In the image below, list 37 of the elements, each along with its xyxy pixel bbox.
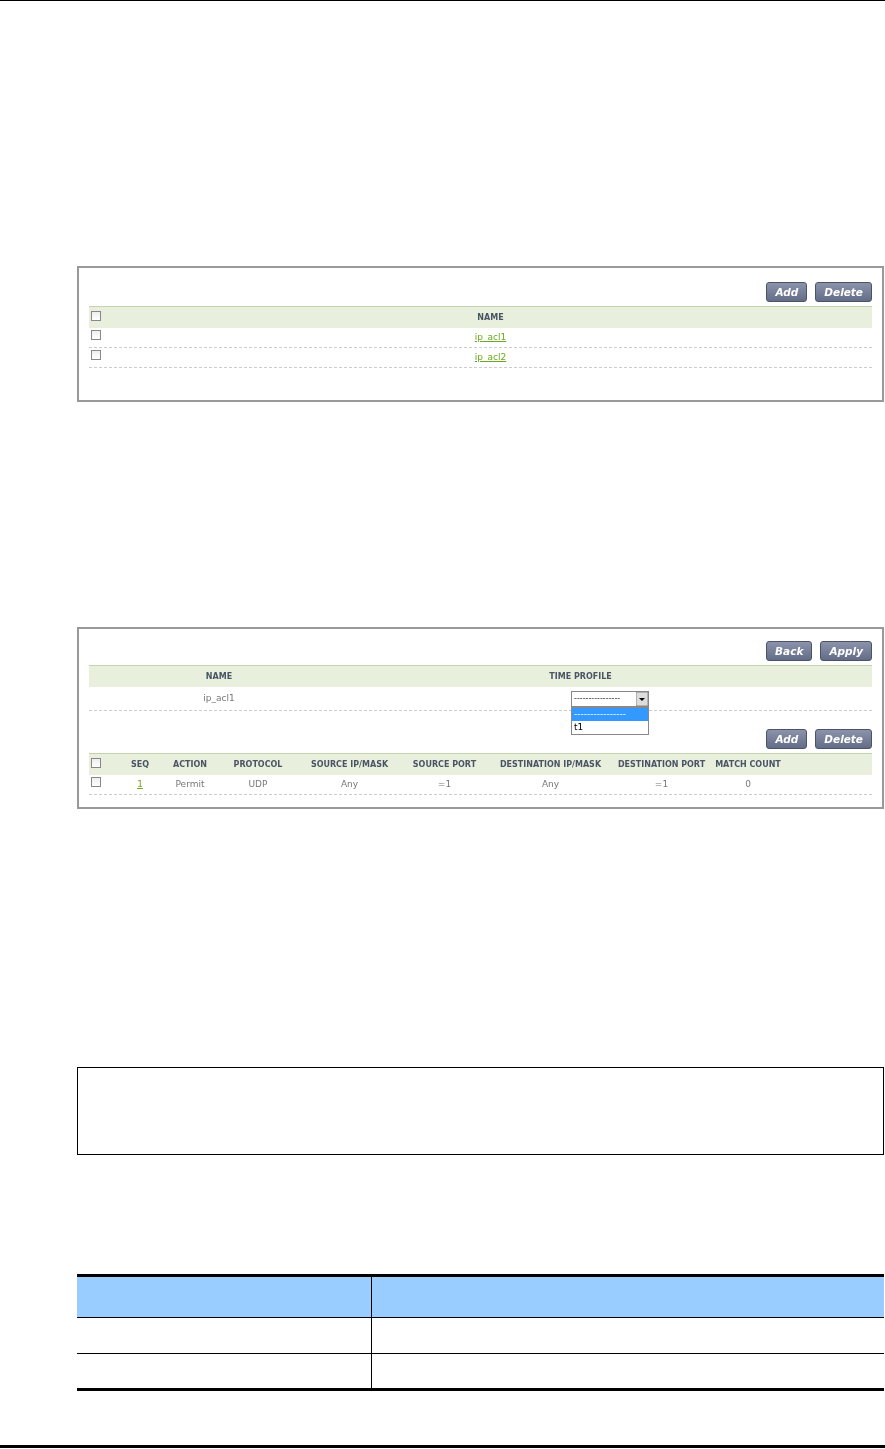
column-header: DESTINATION PORT <box>617 759 706 769</box>
checkbox[interactable] <box>91 310 101 321</box>
column-header: SEQ <box>131 759 149 769</box>
column-header: TIME PROFILE <box>549 671 612 681</box>
dropdown-option[interactable]: ---------------- <box>572 707 648 721</box>
add-button[interactable]: Back <box>766 641 813 661</box>
table-cell: =1 <box>654 778 669 789</box>
action-button[interactable]: Apply <box>820 641 872 661</box>
table-cell: UDP <box>248 778 268 789</box>
column-header: SOURCE PORT <box>412 759 477 769</box>
column-header: NAME <box>477 312 504 322</box>
dropdown-option[interactable]: t1 <box>572 720 648 734</box>
checkbox[interactable] <box>91 350 101 361</box>
column-header: DESTINATION IP/MASK <box>499 759 602 769</box>
time-profile-dropdown[interactable]: ---------------- <box>571 690 649 707</box>
add-button[interactable]: Add <box>766 729 808 749</box>
column-header: SOURCE IP/MASK <box>310 759 389 769</box>
checkbox[interactable] <box>91 757 101 768</box>
rule-seq-link[interactable]: 1 <box>137 778 143 789</box>
action-button[interactable]: Delete <box>815 729 872 749</box>
table-cell: Any <box>340 778 359 789</box>
table-cell: =1 <box>437 778 452 789</box>
table-cell: 0 <box>745 778 751 789</box>
checkbox[interactable] <box>91 330 101 341</box>
add-button[interactable]: Add <box>766 282 808 302</box>
column-header: PROTOCOL <box>233 759 283 769</box>
column-header: MATCH COUNT <box>715 759 781 769</box>
table-cell: Any <box>541 778 560 789</box>
acl-name-link[interactable]: ip_acl1 <box>474 331 507 342</box>
action-button[interactable]: Delete <box>815 282 872 302</box>
checkbox[interactable] <box>91 777 101 788</box>
acl-name: ip_acl1 <box>203 692 235 703</box>
table-cell: Permit <box>175 778 205 789</box>
acl-name-link[interactable]: ip_acl2 <box>474 351 507 362</box>
column-header: NAME <box>205 671 233 681</box>
dropdown-arrow-icon[interactable] <box>636 691 648 706</box>
column-header: ACTION <box>173 759 207 769</box>
